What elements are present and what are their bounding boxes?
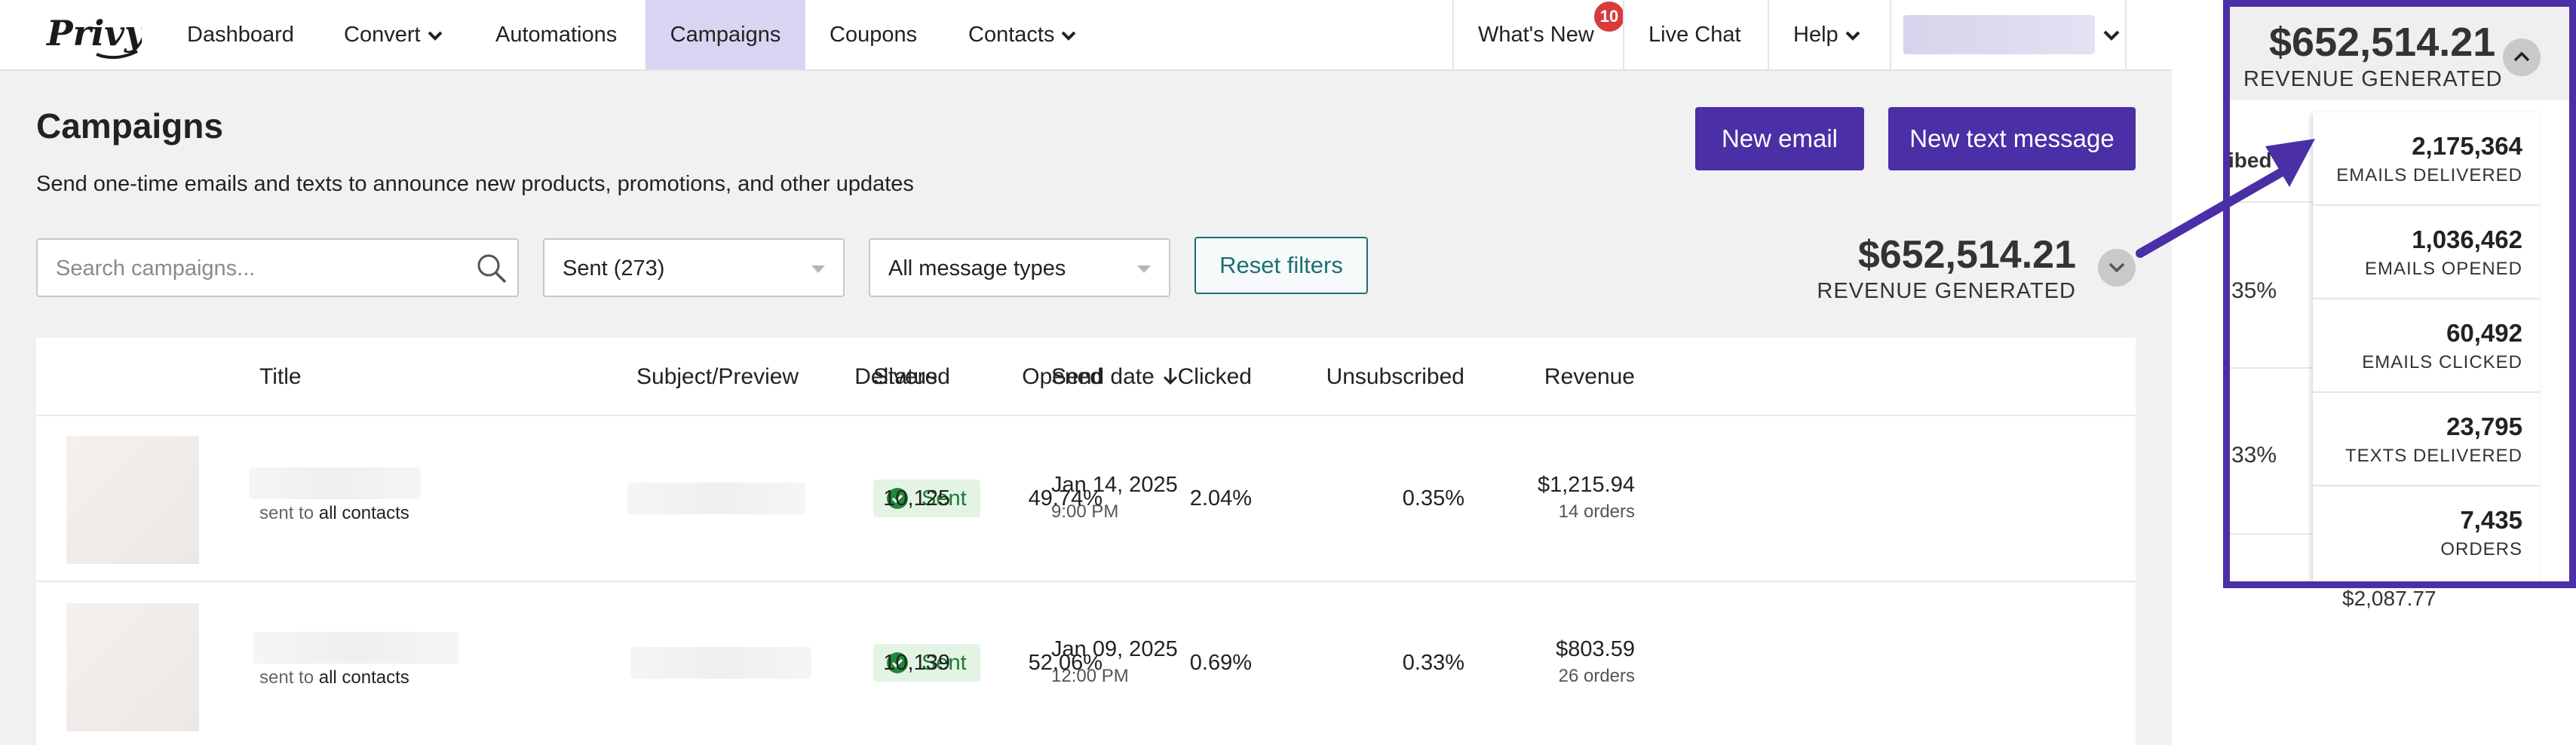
nav-live-chat[interactable]: Live Chat — [1648, 0, 1741, 69]
zoom-divider — [2230, 201, 2313, 203]
clicked-value: 0.69% — [1189, 651, 1252, 675]
nav-divider — [2125, 0, 2127, 69]
nav-divider — [1890, 0, 1891, 69]
page-title: Campaigns — [36, 106, 223, 146]
nav-divider — [1768, 0, 1769, 69]
privy-logo[interactable]: Privy — [44, 8, 142, 63]
stat-emails-clicked: 60,492 EMAILS CLICKED — [2313, 299, 2539, 393]
column-header-unsubscribed: Unsubscribed — [1326, 364, 1464, 389]
revenue-collapse-button[interactable] — [2503, 38, 2541, 76]
reset-filters-button[interactable]: Reset filters — [1194, 237, 1368, 294]
nav-automations[interactable]: Automations — [495, 0, 617, 69]
campaign-thumbnail[interactable] — [66, 436, 199, 564]
svg-text:Privy: Privy — [45, 13, 142, 54]
search-placeholder: Search campaigns... — [56, 256, 256, 281]
table-divider — [36, 415, 2136, 416]
column-header-title[interactable]: Title — [259, 364, 302, 390]
message-type-select[interactable]: All message types — [869, 238, 1170, 297]
revenue-breakdown-dropdown: 2,175,364 EMAILS DELIVERED 1,036,462 EMAIL… — [2313, 112, 2539, 581]
new-email-button[interactable]: New email — [1695, 107, 1864, 170]
zoom-row-fragment: 35% — [2231, 278, 2277, 303]
unsubscribed-value: 0.35% — [1402, 486, 1464, 510]
revenue-amount: $652,514.21 — [1857, 233, 2076, 277]
arrow-down-icon — [1163, 368, 1177, 385]
chevron-up-icon — [2513, 51, 2530, 62]
nav-divider — [1452, 0, 1454, 69]
subject-preview-redacted — [630, 647, 811, 679]
nav-campaigns[interactable]: Campaigns — [646, 0, 805, 69]
status-filter-select[interactable]: Sent (273) — [543, 238, 845, 297]
nav-divider — [1623, 0, 1624, 69]
zoom-revenue-label: REVENUE GENERATED — [2243, 67, 2503, 91]
nav-convert[interactable]: Convert — [344, 0, 443, 69]
caret-down-icon — [811, 265, 825, 273]
zoom-divider — [2230, 533, 2313, 535]
chevron-down-icon — [428, 31, 442, 41]
zoom-row-fragment: 33% — [2231, 443, 2277, 468]
campaign-thumbnail[interactable] — [66, 603, 199, 731]
clicked-value: 2.04% — [1189, 486, 1252, 510]
zoom-revenue-amount: $652,514.21 — [2269, 20, 2496, 65]
revenue-value: $1,215.94 — [1537, 473, 1635, 497]
table-divider — [36, 581, 2136, 582]
orders-value: 14 orders — [1558, 501, 1635, 522]
opened-value: 52.06% — [1028, 651, 1102, 675]
chevron-down-icon — [1845, 31, 1860, 41]
campaign-title-redacted[interactable] — [249, 468, 421, 499]
column-header-subject: Subject/Preview — [636, 364, 799, 389]
revenue-label: REVENUE GENERATED — [1817, 279, 2076, 303]
revenue-summary: $652,514.21 REVENUE GENERATED — [1817, 232, 2076, 305]
message-type-value: All message types — [888, 256, 1066, 281]
notification-badge: 10 — [1594, 2, 1624, 32]
chevron-down-icon — [1062, 31, 1076, 41]
account-menu[interactable] — [1903, 15, 2095, 54]
zoom-callout-panel: $652,514.21 REVENUE GENERATED ibed 35% 3… — [2223, 0, 2576, 588]
zoom-header-fragment: ibed — [2228, 149, 2272, 172]
app-window: Privy Dashboard Convert Automations Camp… — [0, 0, 2172, 745]
nav-whats-new[interactable]: What's New — [1478, 0, 1594, 69]
search-input[interactable]: Search campaigns... — [36, 238, 519, 297]
subject-preview-redacted — [627, 483, 805, 514]
top-navigation: Privy Dashboard Convert Automations Camp… — [0, 0, 2172, 71]
stat-emails-delivered: 2,175,364 EMAILS DELIVERED — [2313, 112, 2539, 206]
unsubscribed-value: 0.33% — [1402, 651, 1464, 675]
column-header-revenue: Revenue — [1544, 364, 1635, 389]
caret-down-icon — [1137, 265, 1151, 273]
zoom-divider — [2230, 367, 2313, 369]
revenue-expand-button[interactable] — [2098, 249, 2136, 287]
stat-emails-opened: 1,036,462 EMAILS OPENED — [2313, 206, 2539, 299]
chevron-down-icon[interactable] — [2102, 29, 2121, 41]
sent-to-text: sent to all contacts — [259, 503, 409, 523]
orders-value: 26 orders — [1558, 666, 1635, 686]
delivered-value: 10,139 — [883, 651, 950, 675]
revenue-value: $803.59 — [1556, 637, 1635, 661]
column-header-delivered: Delivered — [854, 364, 950, 389]
stat-orders: 7,435 ORDERS — [2440, 506, 2522, 560]
opened-value: 49.74% — [1028, 486, 1102, 510]
chevron-down-icon — [2108, 262, 2125, 273]
campaign-title-redacted[interactable] — [253, 632, 458, 664]
zoom-below-fragment: $2,087.77 — [2342, 587, 2436, 610]
delivered-value: 10,125 — [883, 486, 950, 510]
nav-dashboard[interactable]: Dashboard — [187, 0, 294, 69]
new-text-message-button[interactable]: New text message — [1888, 107, 2136, 170]
stat-texts-delivered: 23,795 TEXTS DELIVERED — [2313, 393, 2539, 486]
nav-help[interactable]: Help — [1793, 0, 1861, 69]
column-header-opened: Opened — [1022, 364, 1102, 389]
sent-to-text: sent to all contacts — [259, 667, 409, 688]
column-header-clicked: Clicked — [1177, 364, 1252, 389]
search-icon — [477, 254, 507, 284]
nav-coupons[interactable]: Coupons — [830, 0, 917, 69]
status-filter-value: Sent (273) — [563, 256, 665, 281]
nav-contacts[interactable]: Contacts — [968, 0, 1077, 69]
page-subtitle: Send one-time emails and texts to announ… — [36, 172, 914, 196]
